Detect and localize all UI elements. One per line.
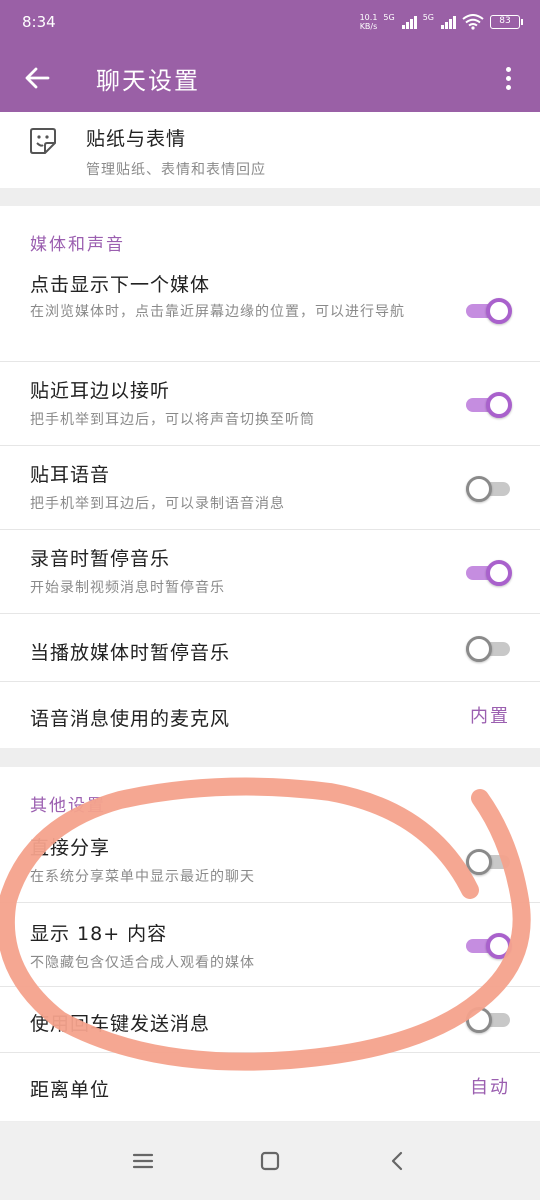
section-title-other: 其他设置	[30, 796, 106, 816]
toggle-switch[interactable]	[466, 298, 512, 324]
battery-icon: 83	[490, 15, 523, 29]
setting-row-distance-units[interactable]: 距离单位 自动	[0, 1053, 540, 1121]
nav-back-button[interactable]	[367, 1136, 427, 1186]
media-sound-section: 媒体和声音 点击显示下一个媒体 在浏览媒体时，点击靠近屏幕边缘的位置，可以进行导…	[0, 206, 540, 748]
toggle-switch[interactable]	[466, 636, 510, 662]
toggle-switch[interactable]	[466, 933, 512, 959]
stickers-and-emoji-row[interactable]: 贴纸与表情 管理贴纸、表情和表情回应	[0, 112, 540, 181]
page-title: 聊天设置	[96, 66, 200, 95]
setting-value: 内置	[470, 706, 510, 727]
home-square-icon	[260, 1151, 280, 1171]
setting-title: 点击显示下一个媒体	[30, 274, 211, 296]
wifi-icon	[462, 14, 484, 30]
chevron-left-icon	[391, 1151, 402, 1171]
network-speed-unit: KB/s	[359, 22, 378, 31]
setting-row-enter-to-send[interactable]: 使用回车键发送消息	[0, 987, 540, 1053]
setting-subtitle: 把手机举到耳边后，可以录制语音消息	[30, 496, 285, 512]
setting-subtitle: 开始录制视频消息时暂停音乐	[30, 580, 225, 596]
signal-icon	[401, 15, 417, 29]
menu-button[interactable]	[113, 1136, 173, 1186]
setting-subtitle: 在系统分享菜单中显示最近的聊天	[30, 869, 255, 885]
stickers-subtitle: 管理贴纸、表情和表情回应	[86, 162, 266, 178]
setting-title: 语音消息使用的麦克风	[30, 708, 231, 730]
setting-title: 直接分享	[30, 837, 111, 859]
section-title-media: 媒体和声音	[30, 235, 125, 255]
dot-icon	[505, 66, 511, 72]
setting-row-show-18-content[interactable]: 显示 18+ 内容 不隐藏包含仅适合成人观看的媒体	[0, 903, 540, 987]
status-icons: 10.1 KB/s 5G 5G 83	[360, 13, 523, 31]
sticker-icon	[30, 128, 56, 154]
setting-row-pause-music-recording[interactable]: 录音时暂停音乐 开始录制视频消息时暂停音乐	[0, 530, 540, 614]
signal-icon-2	[441, 15, 456, 29]
setting-row-raise-to-listen[interactable]: 贴近耳边以接听 把手机举到耳边后，可以将声音切换至听筒	[0, 362, 540, 446]
stickers-card: 贴纸与表情 管理贴纸、表情和表情回应	[0, 112, 540, 188]
toggle-switch[interactable]	[466, 849, 510, 875]
other-settings-section: 其他设置 直接分享 在系统分享菜单中显示最近的聊天 显示 18+ 内容 不隐藏包…	[0, 767, 540, 1121]
setting-row-tap-next-media[interactable]: 点击显示下一个媒体 在浏览媒体时，点击靠近屏幕边缘的位置，可以进行导航	[0, 268, 540, 362]
network-speed-value: 10.1	[359, 13, 378, 22]
toggle-switch[interactable]	[466, 392, 512, 418]
setting-title: 使用回车键发送消息	[30, 1013, 211, 1035]
setting-subtitle: 把手机举到耳边后，可以将声音切换至听筒	[30, 412, 315, 428]
sim1-label: 5G	[383, 13, 395, 22]
setting-title: 当播放媒体时暂停音乐	[30, 642, 231, 664]
menu-icon	[133, 1153, 154, 1169]
setting-title: 贴近耳边以接听	[30, 380, 171, 402]
system-navigation-bar	[0, 1122, 540, 1200]
setting-subtitle: 不隐藏包含仅适合成人观看的媒体	[30, 955, 255, 971]
status-bar: 8:34 10.1 KB/s 5G 5G 83	[0, 0, 540, 44]
status-time: 8:34	[22, 13, 56, 31]
toggle-switch[interactable]	[466, 560, 512, 586]
sim2-label: 5G	[422, 13, 434, 22]
setting-row-raise-to-record[interactable]: 贴耳语音 把手机举到耳边后，可以录制语音消息	[0, 446, 540, 530]
setting-row-voice-microphone[interactable]: 语音消息使用的麦克风 内置	[0, 682, 540, 748]
back-button[interactable]	[2, 44, 72, 112]
setting-row-pause-music-playing[interactable]: 当播放媒体时暂停音乐	[0, 614, 540, 682]
more-menu-button[interactable]	[488, 44, 528, 112]
setting-title: 贴耳语音	[30, 464, 111, 486]
setting-row-direct-share[interactable]: 直接分享 在系统分享菜单中显示最近的聊天	[0, 823, 540, 903]
app-bar: 聊天设置	[0, 44, 540, 112]
home-button[interactable]	[240, 1136, 300, 1186]
setting-subtitle: 在浏览媒体时，点击靠近屏幕边缘的位置，可以进行导航	[30, 304, 405, 320]
setting-title: 录音时暂停音乐	[30, 548, 171, 570]
setting-title: 显示 18+ 内容	[30, 923, 168, 945]
toggle-switch[interactable]	[466, 476, 510, 502]
setting-value: 自动	[470, 1077, 510, 1098]
stickers-title: 贴纸与表情	[86, 128, 187, 150]
network-speed: 10.1 KB/s	[360, 13, 378, 31]
toggle-switch[interactable]	[466, 1007, 510, 1033]
setting-title: 距离单位	[30, 1079, 111, 1101]
arrow-left-icon	[25, 67, 50, 89]
